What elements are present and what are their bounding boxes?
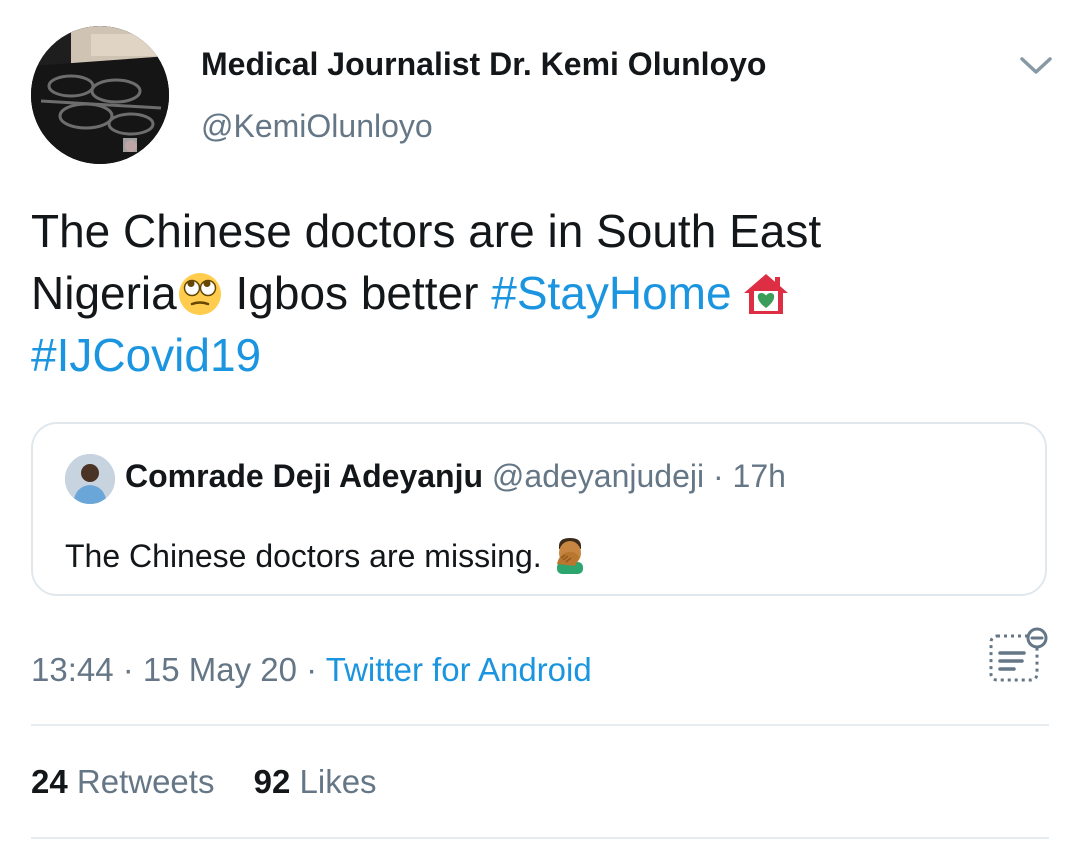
hashtag-ijcovid19[interactable]: #IJCovid19 (31, 329, 261, 381)
author-display-name[interactable]: Medical Journalist Dr. Kemi Olunloyo (201, 46, 766, 83)
retweets-stat[interactable]: 24 Retweets (31, 763, 214, 800)
meta-separator-1: · (113, 651, 143, 688)
tweet-detail: Medical Journalist Dr. Kemi Olunloyo @Ke… (0, 0, 1080, 844)
retweets-label: Retweets (76, 763, 215, 800)
quoted-separator: · (704, 458, 733, 494)
author-handle[interactable]: @KemiOlunloyo (201, 108, 433, 145)
house-with-heart-icon (743, 274, 788, 314)
tweet-stats: 24 Retweets 92 Likes (31, 763, 407, 801)
quoted-author-avatar[interactable] (65, 454, 115, 504)
face-with-rolling-eyes-icon (178, 273, 221, 315)
tweet-text-line-3: #IJCovid19 (31, 324, 1031, 386)
tweet-text-igbos: Igbos better (222, 267, 492, 319)
person-photo-icon (65, 454, 115, 504)
tweet-text-nigeria: Nigeria (31, 267, 177, 319)
retweets-count: 24 (31, 763, 68, 800)
quoted-time: 17h (732, 458, 786, 494)
tweet-time: 13:44 (31, 651, 114, 688)
quoted-tweet-text: The Chinese doctors are missing. (65, 536, 589, 575)
tweet-meta: 13:44 · 15 May 20 · Twitter for Android (31, 651, 592, 689)
stovetop-photo-icon (31, 26, 169, 164)
likes-count: 92 (253, 763, 291, 800)
tweet-text-line-2: Nigeria Igbos better #StayHome (31, 262, 1031, 324)
tweet-text-line-1: The Chinese doctors are in South East (31, 205, 822, 257)
quoted-tweet-header: Comrade Deji Adeyanju @adeyanjudeji · 17… (125, 458, 786, 495)
tweet-analytics-icon[interactable] (986, 626, 1050, 690)
likes-stat[interactable]: 92 Likes (254, 763, 377, 800)
divider (31, 837, 1049, 839)
quoted-author-name[interactable]: Comrade Deji Adeyanju (125, 458, 483, 494)
quoted-author-handle[interactable]: @adeyanjudeji (492, 458, 704, 494)
chevron-down-icon[interactable] (1016, 50, 1056, 80)
author-avatar[interactable] (31, 26, 169, 164)
meta-separator-2: · (297, 651, 326, 688)
quoted-tweet-body: The Chinese doctors are missing. (65, 538, 551, 574)
quoted-tweet-card[interactable]: Comrade Deji Adeyanju @adeyanjudeji · 17… (31, 422, 1047, 596)
tweet-source-link[interactable]: Twitter for Android (326, 651, 592, 688)
divider (31, 724, 1049, 726)
man-facepalming-icon (556, 538, 583, 574)
tweet-text: The Chinese doctors are in South East Ni… (31, 200, 1031, 386)
hashtag-stayhome[interactable]: #StayHome (491, 267, 731, 319)
likes-label: Likes (299, 763, 377, 800)
tweet-date: 15 May 20 (142, 651, 298, 688)
